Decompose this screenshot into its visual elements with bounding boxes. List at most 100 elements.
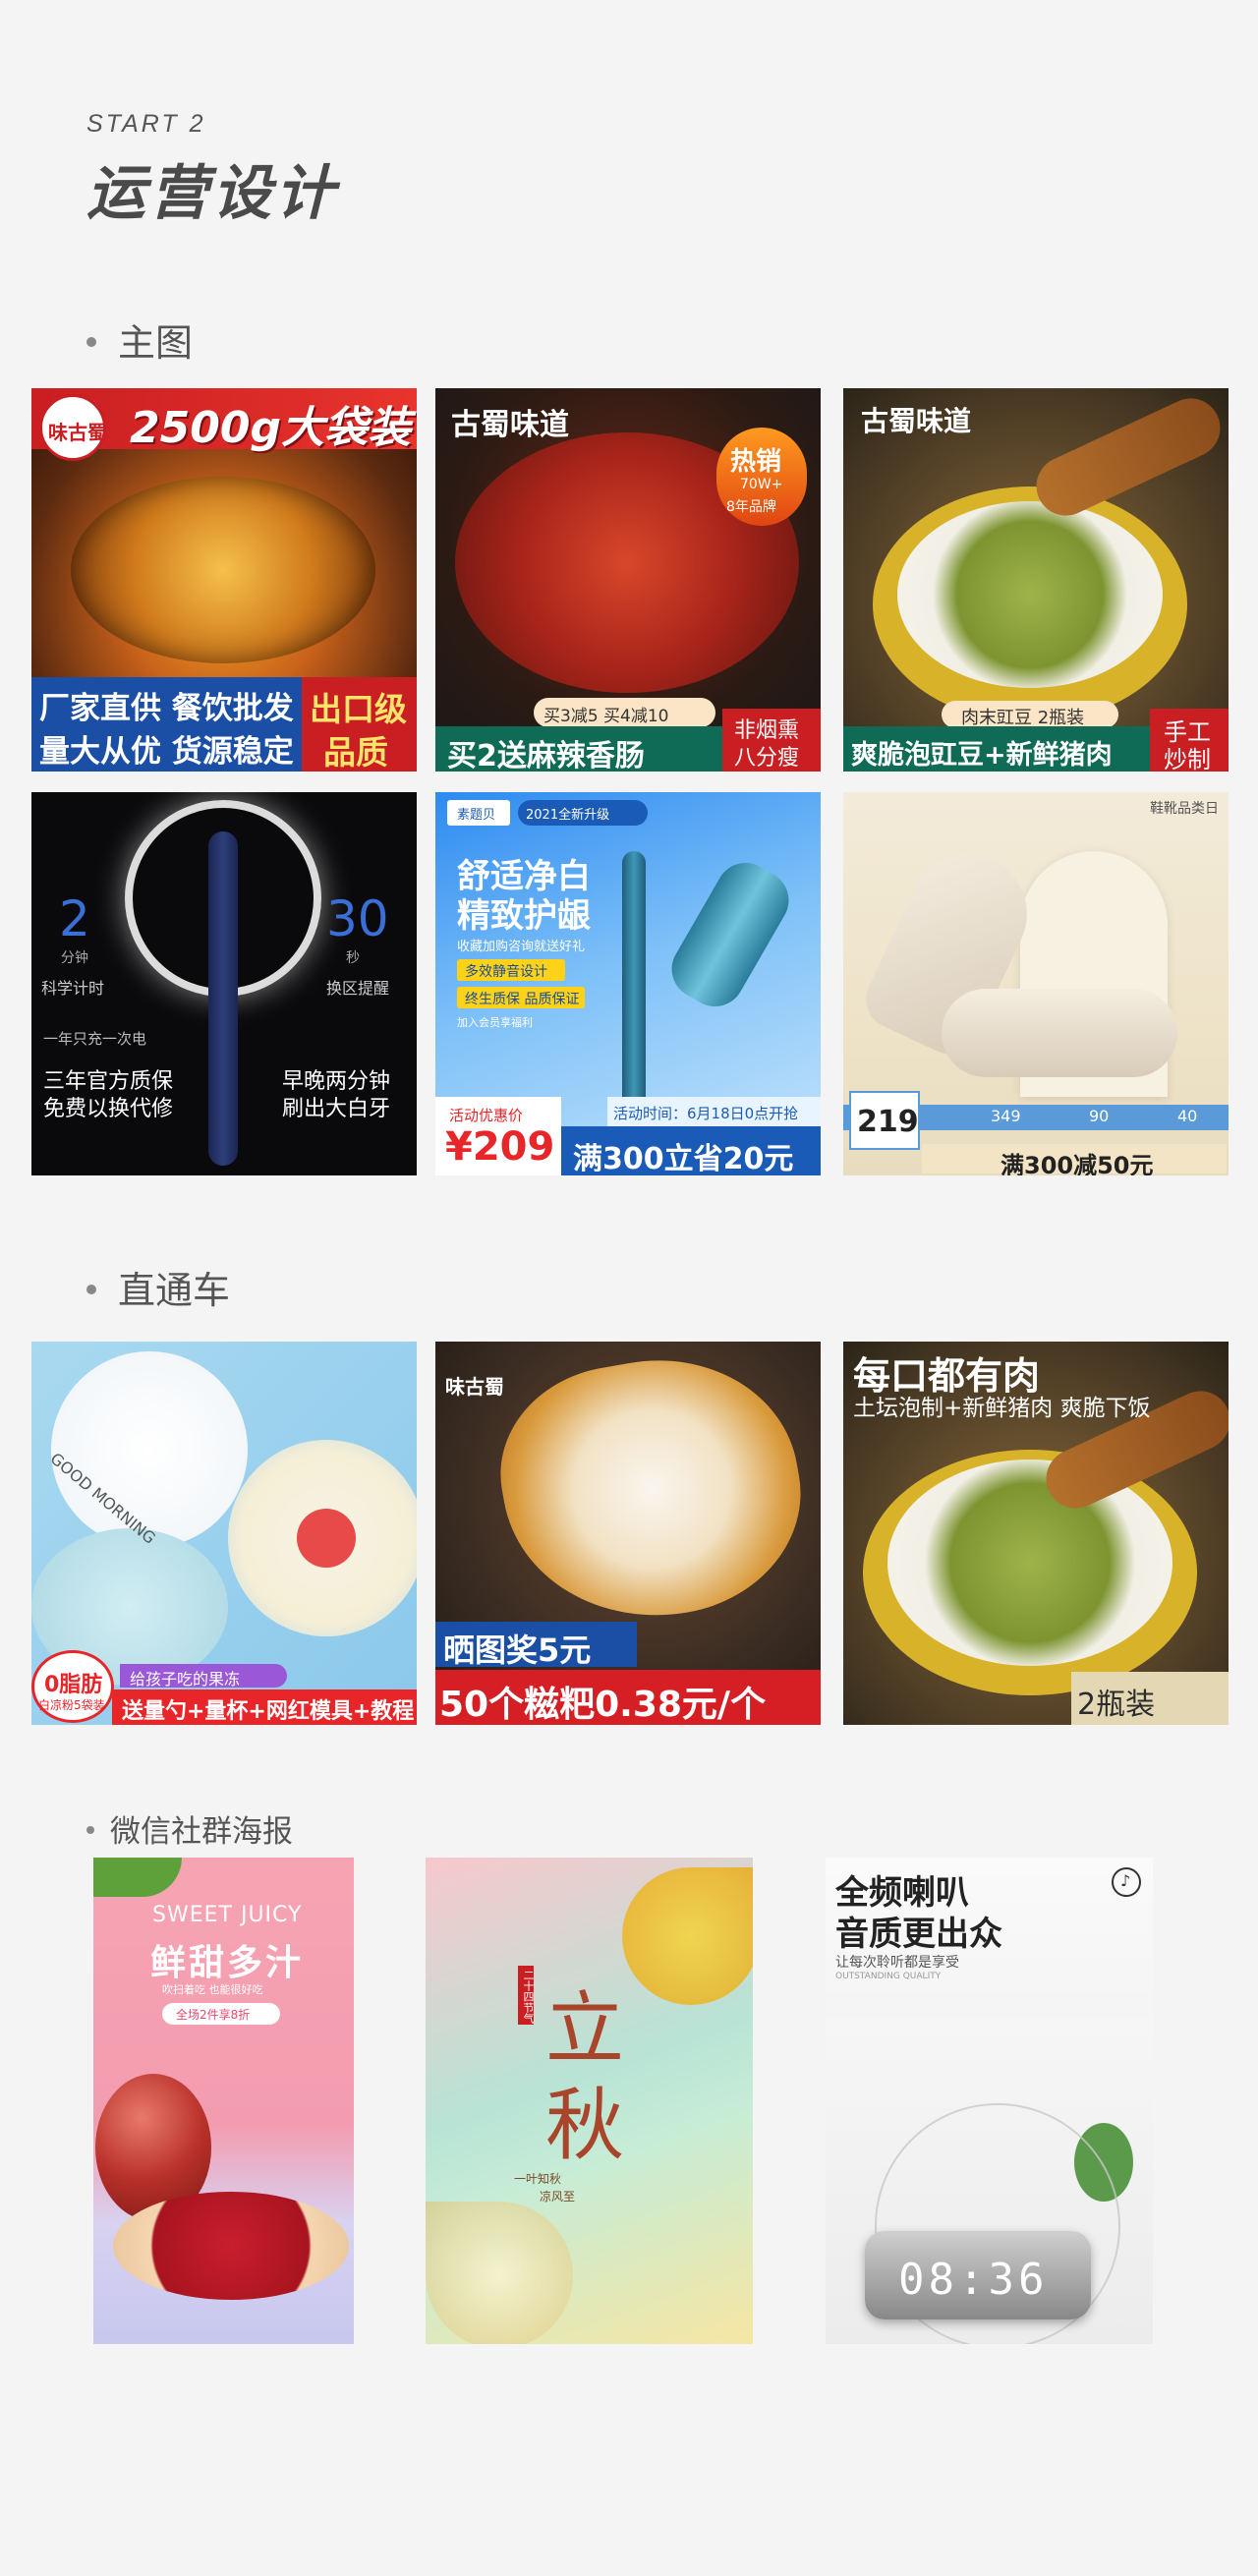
badge-line-2: 八分瘦 bbox=[734, 746, 800, 771]
bottom-text: 爽脆泡豇豆+新鲜猪肉 bbox=[851, 740, 1113, 771]
bottom-text: 买2送麻辣香肠 bbox=[447, 739, 645, 772]
price-original: 349 bbox=[991, 1107, 1021, 1125]
feature-chip-1: 多效静音设计 bbox=[457, 959, 565, 981]
brand-tag: 素题贝 bbox=[447, 800, 510, 826]
ginkgo-leaf bbox=[622, 1867, 753, 2005]
title-char-2: 秋 bbox=[545, 2080, 624, 2171]
warranty-line-2: 免费以换代修 bbox=[43, 1097, 174, 1121]
brand-name: 古蜀味道 bbox=[861, 405, 972, 437]
main-image-tile-2[interactable]: 古蜀味道 热销 70W+ 8年品牌 买3减5 买4减10 买2送麻辣香肠 非烟熏… bbox=[435, 388, 821, 772]
bullet-dot bbox=[86, 1825, 94, 1834]
pack-label: 2瓶装 bbox=[1071, 1672, 1229, 1725]
brand-tag-text: 素题贝 bbox=[457, 808, 496, 823]
clock-time: 08:36 bbox=[898, 2255, 1049, 2305]
section-label: 主图 bbox=[118, 321, 194, 365]
sales-count: 70W+ bbox=[740, 477, 783, 492]
headline-2: 音质更出众 bbox=[835, 1915, 1002, 1954]
ad-tile-3[interactable]: 每口都有肉 土坛泡制+新鲜猪肉 爽脆下饭 2瓶装 bbox=[843, 1342, 1229, 1725]
upgrade-tag-text: 2021全新升级 bbox=[526, 808, 610, 823]
subtitle-en: OUTSTANDING QUALITY bbox=[835, 1972, 942, 1981]
seal-text: 二十四节气 bbox=[522, 1970, 535, 2024]
leaf-decoration bbox=[93, 1858, 182, 1897]
bottom-text: 满300减50元 bbox=[1001, 1152, 1154, 1175]
bottom-bar: 送量勺+量杯+网红模具+教程 bbox=[112, 1689, 417, 1725]
ginkgo-leaf-outline bbox=[426, 2202, 573, 2344]
promo-pill: 买3减5 买4减10 bbox=[534, 698, 715, 727]
final-price: 219 bbox=[857, 1105, 919, 1139]
price-value: ¥209 bbox=[445, 1124, 555, 1170]
badge-line-1: 出口级 bbox=[310, 690, 407, 728]
section-through-train: 直通车 bbox=[86, 1260, 230, 1314]
category-day: 鞋靴品类日 bbox=[1150, 801, 1219, 817]
poem-line-1: 一叶知秋 bbox=[514, 2172, 562, 2186]
price-box: 活动优惠价 ¥209 bbox=[435, 1097, 561, 1175]
slogan-line-2: 刷出大白牙 bbox=[282, 1097, 391, 1121]
section-wechat-poster: 微信社群海报 bbox=[86, 1806, 293, 1851]
poster-3[interactable]: 全频喇叭 音质更出众 让每次聆听都是享受 OUTSTANDING QUALITY… bbox=[826, 1858, 1153, 2344]
shoe-flat bbox=[942, 989, 1177, 1077]
ad-tile-2[interactable]: 味古蜀 晒图奖5元 50个糍粑0.38元/个 bbox=[435, 1342, 821, 1725]
feature-zone-reminder: 换区提醒 bbox=[326, 979, 390, 998]
pill-text: 晒图奖5元 bbox=[443, 1631, 592, 1669]
timer-seconds-unit: 秒 bbox=[346, 950, 360, 966]
section-main-image: 主图 bbox=[86, 313, 193, 367]
bottom-text: 50个糍粑0.38元/个 bbox=[439, 1685, 767, 1725]
bottom-bar: 50个糍粑0.38元/个 bbox=[435, 1670, 821, 1725]
bottom-text: 满300立省20元 bbox=[573, 1142, 794, 1175]
clock-speaker: 08:36 bbox=[865, 2231, 1091, 2319]
main-image-tile-3[interactable]: 古蜀味道 肉末豇豆 2瓶装 爽脆泡豇豆+新鲜猪肉 手工 炒制 bbox=[843, 388, 1229, 772]
jelly-bowl-1 bbox=[51, 1351, 248, 1548]
brand-years: 8年品牌 bbox=[726, 499, 776, 515]
subtitle: 吹扫着吃 也能很好吃 bbox=[162, 1983, 263, 1996]
brand-logo: 味古蜀 bbox=[39, 394, 107, 461]
upgrade-tag: 2021全新升级 bbox=[518, 800, 648, 826]
rice-cake bbox=[484, 1342, 820, 1641]
event-time-bar: 活动时间：6月18日0点开抢 bbox=[607, 1097, 821, 1126]
poster-2[interactable]: 二十四节气 立 秋 一叶知秋 凉风至 bbox=[426, 1858, 753, 2344]
hot-sale-badge: 热销 70W+ 8年品牌 bbox=[716, 428, 807, 526]
bottom-bar: 满300减50元 bbox=[922, 1144, 1227, 1175]
feature-chip-2: 终生质保 品质保证 bbox=[457, 987, 585, 1008]
rice-topping bbox=[897, 501, 1163, 688]
benefits-panel: 厂家直供 餐饮批发 量大从优 货源稳定 bbox=[31, 677, 302, 772]
bullet-dot bbox=[86, 336, 96, 347]
music-note-glyph: ♪ bbox=[1120, 1871, 1131, 1890]
battery-note: 一年只充一次电 bbox=[43, 1030, 147, 1048]
main-image-tile-1[interactable]: 味古蜀 2500g大袋装 厂家直供 餐饮批发 量大从优 货源稳定 出口级 品质 bbox=[31, 388, 417, 772]
rice-topping bbox=[887, 1460, 1172, 1666]
toothbrush bbox=[208, 831, 238, 1166]
pomegranate-half bbox=[113, 2192, 349, 2300]
subheadline: 收藏加购咨询就送好礼 bbox=[457, 940, 586, 954]
quality-badge: 出口级 品质 bbox=[302, 677, 417, 772]
main-image-tile-6[interactable]: 鞋靴品类日 349 90 40 219 满300减50元 bbox=[843, 792, 1229, 1175]
pack-text: 2瓶装 bbox=[1077, 1688, 1156, 1722]
main-image-tile-5[interactable]: 素题贝 2021全新升级 舒适净白 精致护龈 收藏加购咨询就送好礼 多效静音设计… bbox=[435, 792, 821, 1175]
price-label: 活动优惠价 bbox=[449, 1107, 524, 1124]
feature-badge: 非烟熏 八分瘦 bbox=[722, 709, 821, 772]
review-reward-pill: 晒图奖5元 bbox=[435, 1622, 637, 1669]
poem-line-2: 凉风至 bbox=[540, 2190, 576, 2204]
poster-1[interactable]: SWEET JUICY 鲜甜多汁 吹扫着吃 也能很好吃 全场2件享8折 bbox=[93, 1858, 354, 2344]
badge-line-2: 炒制 bbox=[1164, 746, 1211, 772]
page-title: 运营设计 bbox=[86, 159, 338, 228]
benefit-line-1: 厂家直供 餐饮批发 bbox=[39, 691, 294, 726]
subtitle: 让每次聆听都是享受 bbox=[835, 1955, 959, 1971]
chinese-title: 鲜甜多汁 bbox=[150, 1943, 305, 1983]
discount-chip: 全场2件享8折 bbox=[162, 2003, 280, 2025]
section-label: 微信社群海报 bbox=[110, 1814, 293, 1850]
event-time: 活动时间：6月18日0点开抢 bbox=[613, 1105, 799, 1122]
product-bowl bbox=[71, 477, 375, 663]
zero-fat-badge: 0脂肪 白凉粉5袋装 bbox=[31, 1650, 114, 1723]
ad-tile-1[interactable]: GOOD MORNING 0脂肪 白凉粉5袋装 给孩子吃的果冻 送量勺+量杯+网… bbox=[31, 1342, 417, 1725]
main-image-tile-4[interactable]: 2 分钟 30 秒 科学计时 换区提醒 一年只充一次电 三年官方质保 免费以换代… bbox=[31, 792, 417, 1175]
start-label: START 2 bbox=[86, 110, 206, 138]
wooden-spoon bbox=[1026, 388, 1229, 526]
chip-text: 全场2件享8折 bbox=[176, 2008, 251, 2022]
headline: 2500g大袋装 bbox=[130, 403, 411, 453]
handmade-badge: 手工 炒制 bbox=[1150, 709, 1229, 772]
music-note-icon: ♪ bbox=[1112, 1867, 1141, 1897]
promo-text: 买3减5 买4减10 bbox=[543, 707, 669, 726]
timer-minutes: 2 bbox=[59, 890, 90, 947]
audience-pill: 给孩子吃的果冻 bbox=[120, 1664, 287, 1689]
section-label: 直通车 bbox=[118, 1269, 231, 1312]
